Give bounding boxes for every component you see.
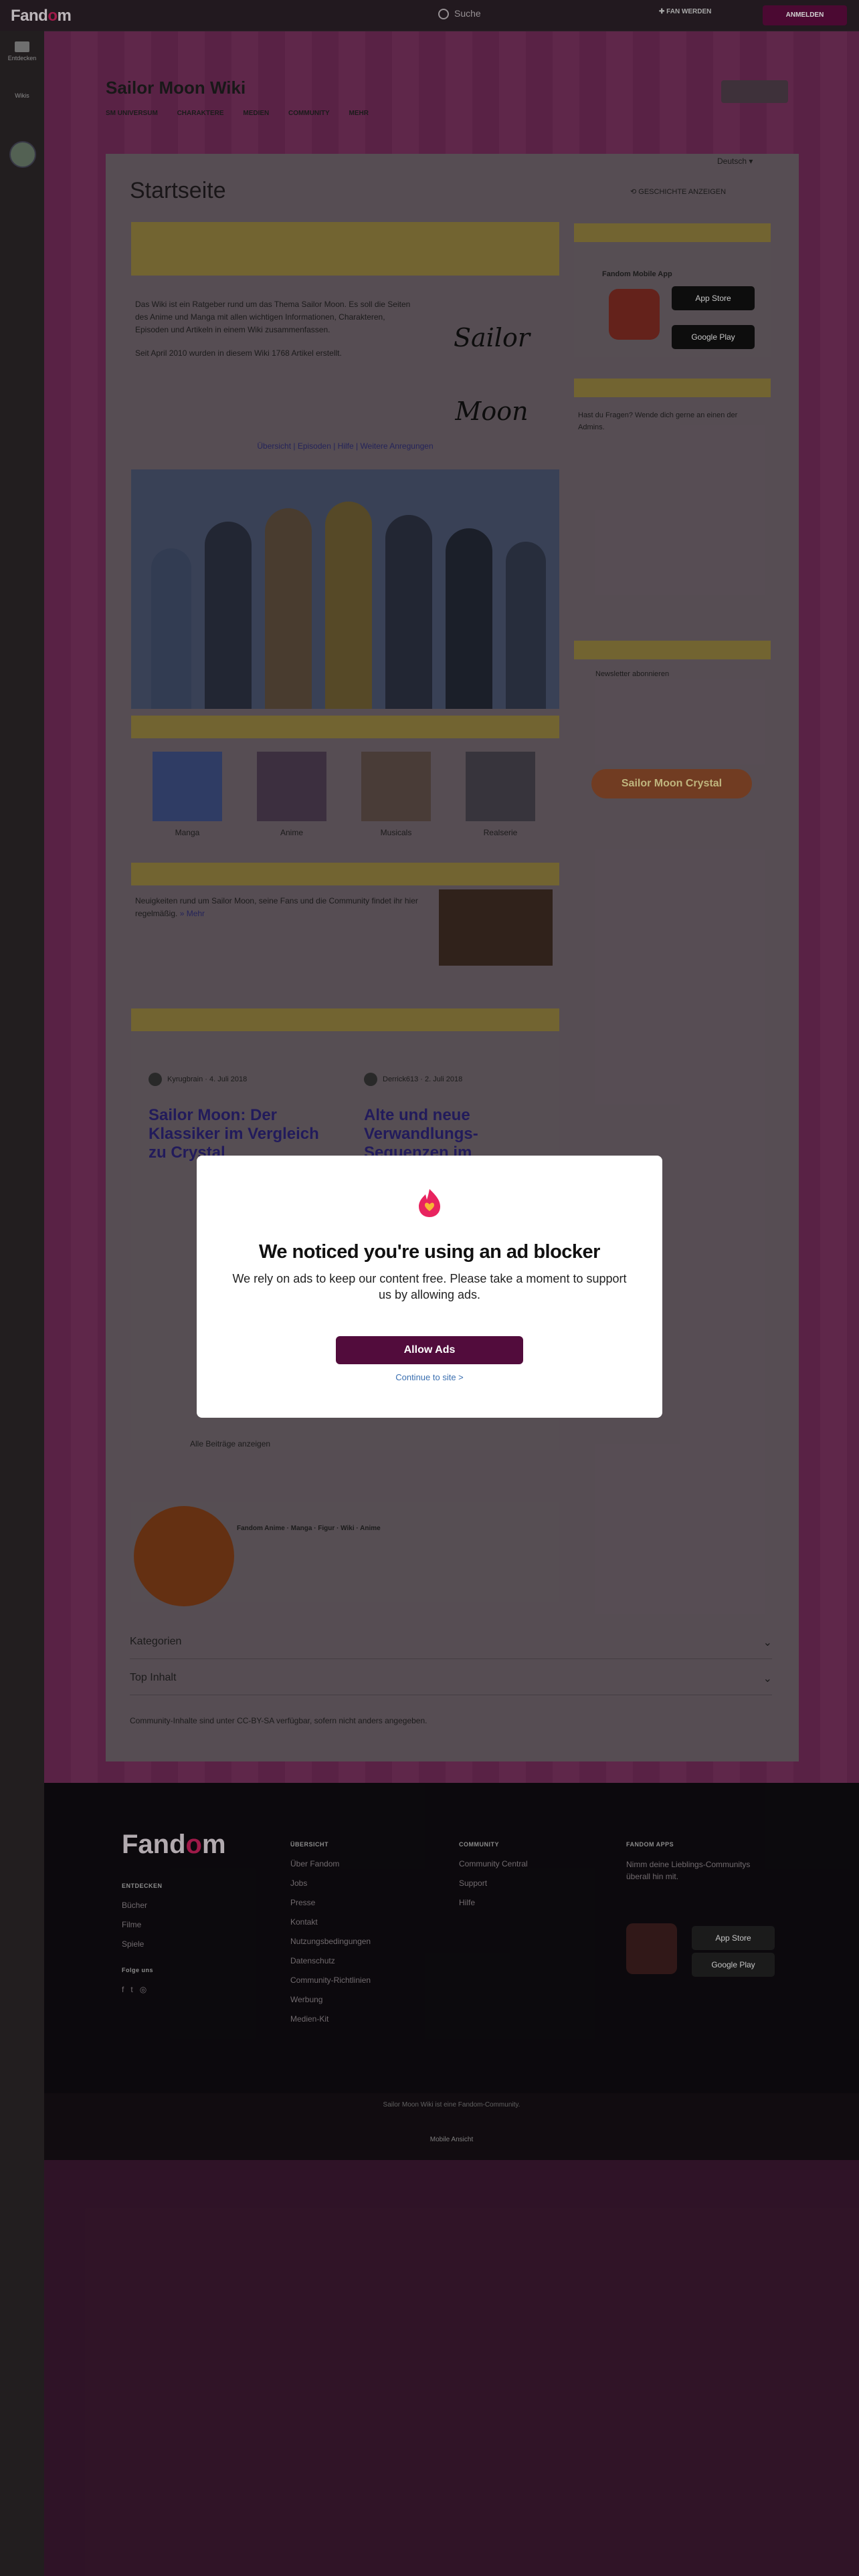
page-root: Fandom Suche ✚ FAN WERDEN ANMELDEN Entde… [0, 0, 859, 2576]
fandom-heart-icon [419, 1189, 440, 1217]
modal-text: We rely on ads to keep our content free.… [232, 1272, 627, 1301]
continue-to-site-link[interactable]: Continue to site > [197, 1372, 662, 1382]
allow-ads-button[interactable]: Allow Ads [336, 1336, 523, 1364]
modal-heading: We noticed you're using an ad blocker [259, 1241, 600, 1263]
